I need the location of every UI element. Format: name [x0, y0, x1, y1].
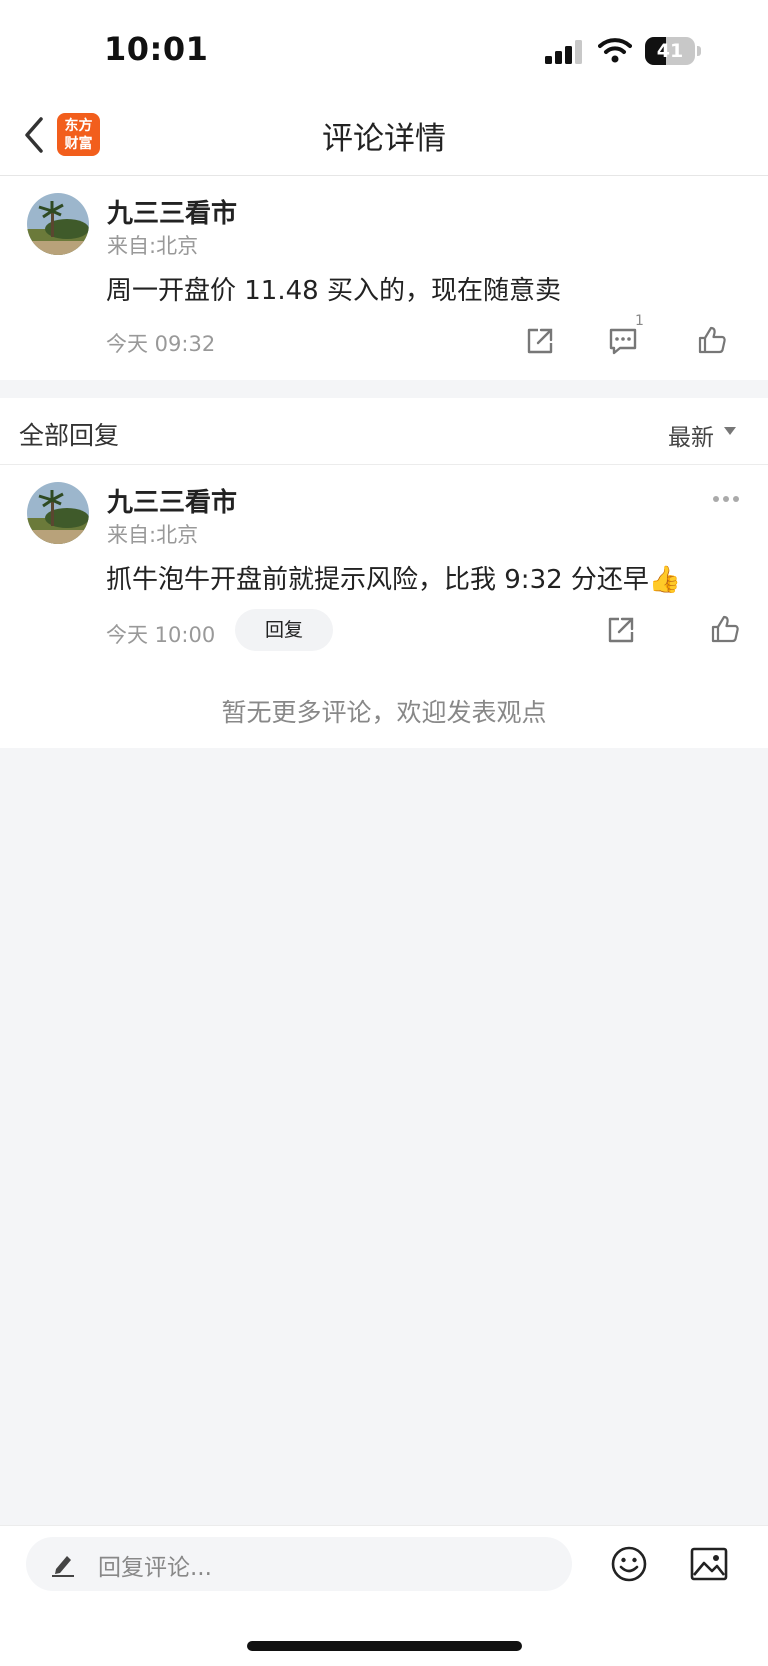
dropdown-arrow-icon[interactable]	[724, 427, 736, 435]
reply-content: 抓牛泡牛开盘前就提示风险，比我 9:32 分还早👍	[106, 565, 682, 595]
comment-icon[interactable]	[607, 325, 639, 357]
like-icon[interactable]	[696, 324, 728, 356]
reply-button[interactable]: 回复	[235, 609, 333, 651]
share-icon[interactable]	[524, 325, 556, 357]
reply-username[interactable]: 九三三看市	[107, 482, 237, 519]
avatar[interactable]	[27, 193, 89, 255]
comment-count-badge: 1	[635, 313, 644, 329]
like-icon[interactable]	[709, 613, 741, 645]
battery-indicator: 41	[645, 37, 703, 65]
battery-level-text: 41	[656, 40, 684, 62]
image-icon[interactable]	[690, 1547, 728, 1581]
comment-content: 周一开盘价 11.48 买入的，现在随意卖	[106, 276, 561, 306]
wifi-icon	[598, 38, 632, 63]
status-time: 10:01	[104, 30, 209, 68]
comment-username[interactable]: 九三三看市	[107, 193, 237, 230]
comment-time: 今天 09:32	[106, 332, 216, 356]
reply-location: 来自:北京	[107, 523, 199, 547]
sort-dropdown[interactable]: 最新	[668, 418, 714, 452]
emoji-icon[interactable]	[610, 1545, 648, 1583]
cellular-signal-icon	[545, 40, 582, 64]
home-indicator	[247, 1641, 522, 1651]
avatar[interactable]	[27, 482, 89, 544]
reply-input-placeholder[interactable]: 回复评论...	[98, 1548, 212, 1582]
replies-section-title: 全部回复	[19, 421, 120, 450]
comment-location: 来自:北京	[107, 234, 199, 258]
no-more-comments-note: 暂无更多评论，欢迎发表观点	[221, 698, 547, 727]
pencil-icon	[52, 1556, 74, 1577]
more-options-icon[interactable]	[712, 495, 740, 503]
share-icon[interactable]	[605, 614, 637, 646]
reply-time: 今天 10:00	[106, 623, 216, 647]
page-title: 评论详情	[322, 121, 446, 157]
